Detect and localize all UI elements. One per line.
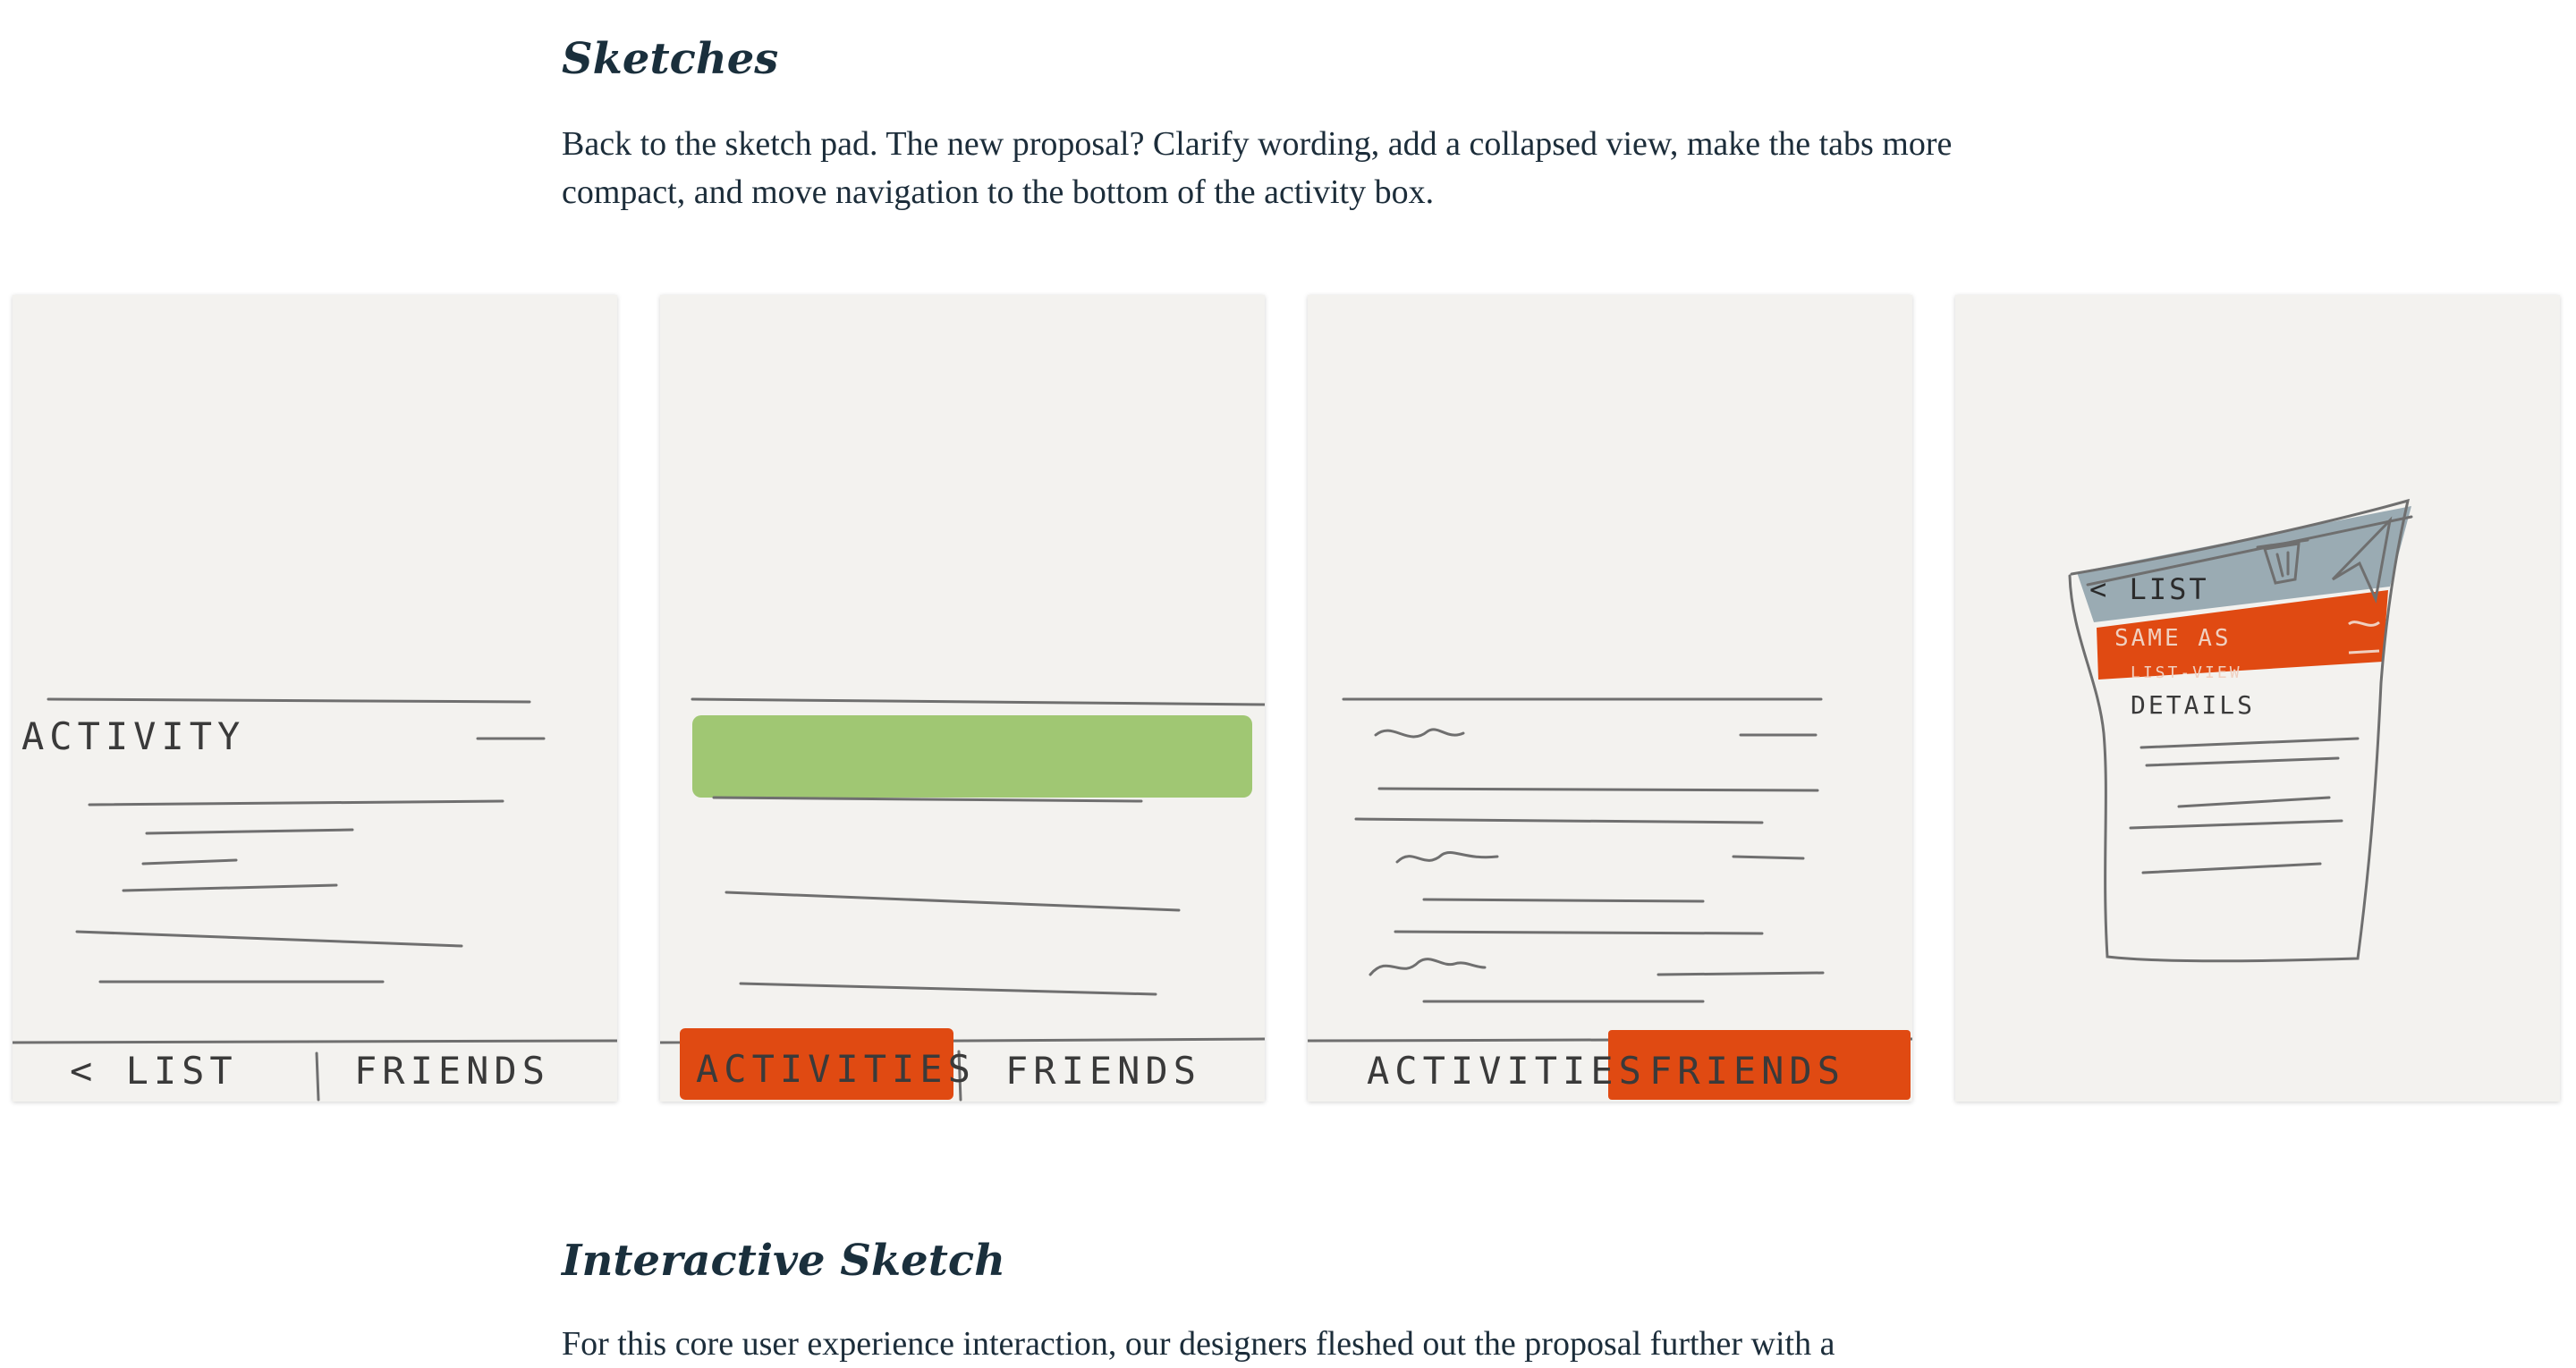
sketches-paragraph: Back to the sketch pad. The new proposal… <box>562 125 1953 211</box>
sketch-1-tab-friends: FRIENDS <box>354 1049 550 1093</box>
sketch-3-drawing: ACTIVITIES FRIENDS <box>1308 697 1912 1100</box>
sketch-4-banner-line1: SAME AS <box>2114 625 2232 652</box>
sketch-4-back-list[interactable]: < LIST <box>2089 572 2209 606</box>
sketch-1-activity-label: ACTIVITY <box>21 714 245 758</box>
sketch-4-banner-line2: LIST-VIEW <box>2131 663 2242 682</box>
sketch-1-drawing: ACTIVITY < LIST FRIENDS <box>13 697 617 1102</box>
section-heading-sketches: Sketches <box>562 34 779 84</box>
sketch-3-tab-friends: FRIENDS <box>1649 1049 1845 1093</box>
sketch-card-1[interactable]: ACTIVITY < LIST FRIENDS <box>13 295 617 1102</box>
sketch-3-tab-activities: ACTIVITIES <box>1367 1049 1647 1093</box>
section-heading-interactive-sketch: Interactive Sketch <box>562 1236 1005 1286</box>
sketch-card-2[interactable]: ACTIVITIES FRIENDS <box>660 295 1265 1102</box>
sketch-2-green-bar <box>692 715 1252 798</box>
interactive-paragraph: For this core user experience interactio… <box>562 1325 1835 1363</box>
sketch-gallery: ACTIVITY < LIST FRIENDS ACTIVITIES FRIEN… <box>0 291 2576 1109</box>
sketch-card-3[interactable]: ACTIVITIES FRIENDS <box>1308 295 1912 1102</box>
sketch-1-tab-list: < LIST <box>70 1049 238 1093</box>
sketch-4-drawing: < LIST SAME AS LIST-VIEW DETAILS <box>2068 498 2413 963</box>
sketch-4-details-label: DETAILS <box>2131 690 2255 720</box>
sketch-2-tab-friends: FRIENDS <box>1005 1049 1201 1093</box>
sketch-2-drawing: ACTIVITIES FRIENDS <box>660 697 1265 1102</box>
sketch-2-tab-activities: ACTIVITIES <box>696 1047 976 1091</box>
sketch-card-4[interactable]: < LIST SAME AS LIST-VIEW DETAILS <box>1955 295 2560 1102</box>
